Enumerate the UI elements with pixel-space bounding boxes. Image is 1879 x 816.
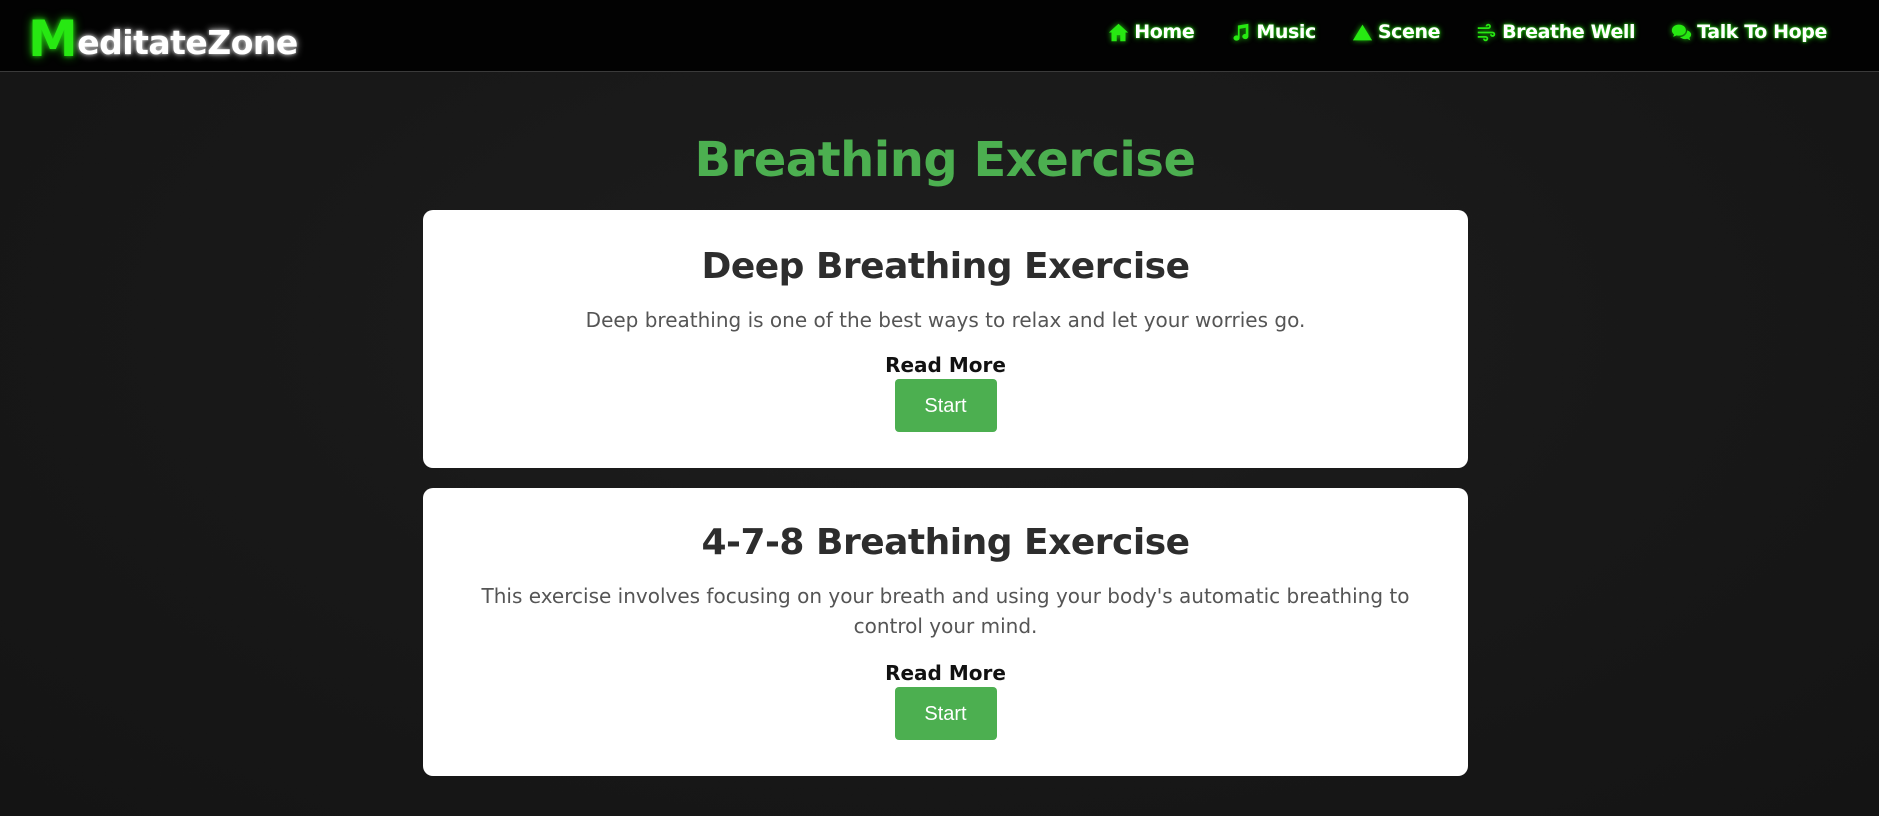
- page-title: Breathing Exercise: [694, 132, 1196, 189]
- home-icon: [1109, 23, 1129, 41]
- start-button[interactable]: Start: [894, 379, 997, 432]
- exercise-card: Deep Breathing Exercise Deep breathing i…: [423, 210, 1468, 468]
- exercise-description: This exercise involves focusing on your …: [481, 584, 1410, 638]
- brand-logo-text: editateZone: [77, 23, 298, 62]
- exercise-description: Deep breathing is one of the best ways t…: [585, 308, 1306, 332]
- wind-icon: [1477, 23, 1496, 41]
- chat-icon: [1672, 24, 1692, 40]
- music-icon: [1233, 23, 1249, 41]
- triangle-icon: [1352, 24, 1372, 40]
- start-button[interactable]: Start: [894, 687, 997, 740]
- exercise-title: 4-7-8 Breathing Exercise: [701, 522, 1190, 563]
- nav-item-label: Talk To Hope: [1697, 21, 1827, 43]
- exercise-card: 4-7-8 Breathing Exercise This exercise i…: [423, 488, 1468, 776]
- nav-item-talk-to-hope[interactable]: Talk To Hope: [1671, 21, 1827, 43]
- nav-item-label: Breathe Well: [1502, 21, 1636, 43]
- read-more-link[interactable]: Read More: [473, 661, 1418, 685]
- nav-item-scene[interactable]: Scene: [1352, 21, 1440, 43]
- nav-item-label: Scene: [1377, 21, 1441, 43]
- nav-item-label: Music: [1256, 21, 1316, 43]
- nav-item-breathe-well[interactable]: Breathe Well: [1476, 21, 1636, 43]
- brand-logo[interactable]: MeditateZone: [28, 4, 298, 64]
- brand-logo-initial: M: [28, 10, 78, 68]
- nav-links: Home Music Scene Breathe Well Talk To Ho…: [1108, 0, 1827, 64]
- nav-item-label: Home: [1134, 21, 1195, 43]
- nav-item-home[interactable]: Home: [1108, 21, 1195, 43]
- nav-item-music[interactable]: Music: [1230, 21, 1316, 43]
- navbar: MeditateZone Home Music Scene Breathe We…: [0, 0, 1879, 72]
- exercise-title: Deep Breathing Exercise: [701, 246, 1190, 287]
- read-more-link[interactable]: Read More: [473, 353, 1418, 377]
